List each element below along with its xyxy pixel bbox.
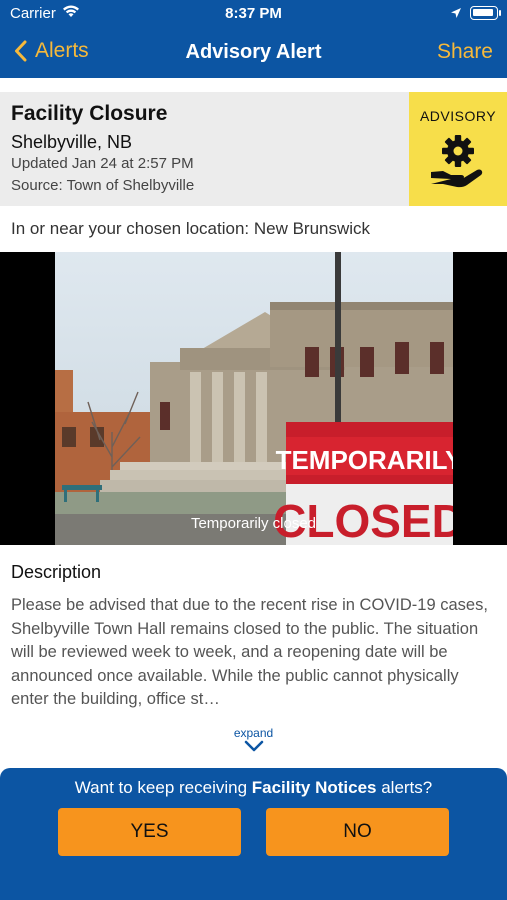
location-arrow-icon <box>450 6 462 23</box>
status-bar: Carrier 8:37 PM <box>0 0 507 28</box>
advisory-badge-label: ADVISORY <box>419 108 497 124</box>
alert-title: Facility Closure <box>11 102 168 125</box>
status-time: 8:37 PM <box>225 5 282 22</box>
navigation-bar: Alerts Advisory Alert Share <box>0 28 507 78</box>
prompt-text: Want to keep receiving Facility Notices … <box>0 778 507 798</box>
expand-button[interactable]: expand <box>0 726 507 752</box>
prompt-text-before: Want to keep receiving <box>74 778 252 797</box>
prompt-text-after: alerts? <box>376 778 433 797</box>
battery-tip <box>499 10 501 16</box>
alert-photo: TEMPORARILY CLOSED Temporarily closed <box>0 252 507 545</box>
chosen-location-text: In or near your chosen location: New Bru… <box>11 219 371 238</box>
alert-header-card: Facility Closure Shelbyville, NB Updated… <box>0 92 507 206</box>
alert-source: Source: Town of Shelbyville <box>11 177 195 194</box>
battery-icon <box>470 6 498 20</box>
subscription-prompt: Want to keep receiving Facility Notices … <box>0 768 507 900</box>
gear-in-hand-icon <box>431 135 483 188</box>
alert-updated-time: Updated Jan 24 at 2:57 PM <box>11 155 194 172</box>
town-hall-image: TEMPORARILY CLOSED <box>0 252 507 545</box>
expand-label: expand <box>233 726 274 740</box>
sign-line1: TEMPORARILY <box>276 445 463 475</box>
photo-caption: Temporarily closed <box>190 515 317 532</box>
advisory-badge: ADVISORY <box>409 92 507 206</box>
yes-button[interactable]: YES <box>58 808 241 856</box>
share-button[interactable]: Share <box>437 40 493 64</box>
description-heading: Description <box>11 562 102 582</box>
chevron-down-icon <box>244 740 263 752</box>
description-text: Please be advised that due to the recent… <box>11 596 488 708</box>
alert-location: Shelbyville, NB <box>11 132 133 152</box>
no-button[interactable]: NO <box>266 808 449 856</box>
prompt-category: Facility Notices <box>251 778 377 797</box>
page-title: Advisory Alert <box>185 41 322 63</box>
